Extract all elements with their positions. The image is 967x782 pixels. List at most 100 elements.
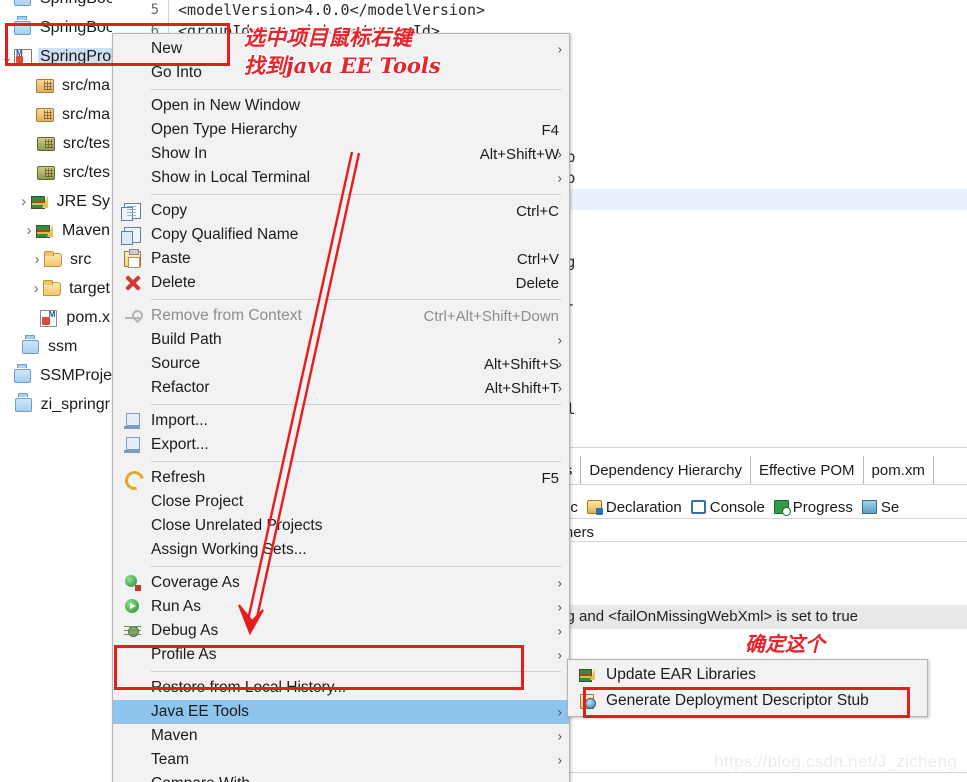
menu-item-export[interactable]: Export... [113, 433, 569, 457]
menu-item-refresh[interactable]: Refresh F5 [113, 466, 569, 490]
menu-item-import[interactable]: Import... [113, 409, 569, 433]
submenu-item-generate-deployment-descriptor-stub[interactable]: Generate Deployment Descriptor Stub [568, 688, 927, 714]
menu-item-maven[interactable]: Maven › [113, 724, 569, 748]
package-explorer[interactable]: SpringBootBase SpringBootProject ⌄ SpringPr… [0, 0, 112, 782]
problem-row[interactable]: missing and <failOnMissingWebXml> is set… [520, 605, 967, 629]
problems-list[interactable]: )missing and <failOnMissingWebXml> is se… [520, 545, 967, 653]
submenu-item-update-ear-libraries[interactable]: Update EAR Libraries [568, 662, 927, 688]
menu-item-show-in-local-terminal[interactable]: Show in Local Terminal › [113, 166, 569, 190]
menu-item-source[interactable]: Source Alt+Shift+S › [113, 352, 569, 376]
run-as-icon [124, 599, 141, 615]
tree-item-springproject[interactable]: ⌄ SpringProject [0, 42, 112, 71]
submenu-chevron-right-icon: › [557, 332, 562, 348]
menu-item-paste[interactable]: Paste Ctrl+V [113, 247, 569, 271]
project-context-menu[interactable]: New › Go Into Open in New Window Open Type H… [112, 33, 570, 782]
menu-item-label: Close Project [151, 493, 244, 510]
tree-item-src-tes[interactable]: src/tes [0, 158, 112, 187]
annotation-note-top-line2: 找到java EE Tools [244, 53, 441, 78]
view-tab-declaration[interactable]: Declaration [586, 499, 682, 516]
tree-item-src-ma[interactable]: src/ma [0, 71, 112, 100]
delete-icon [124, 275, 141, 291]
menu-item-label: Source [151, 355, 201, 372]
remove-from-context-icon [124, 308, 141, 324]
view-tab-label: Console [709, 498, 765, 516]
submenu-chevron-right-icon: › [558, 777, 562, 782]
menu-item-copy-qualified-name[interactable]: Copy Qualified Name [113, 223, 569, 247]
menu-item-shortcut: F4 [541, 121, 559, 139]
tree-item-jre-sy[interactable]: › JRE Sy [0, 187, 112, 216]
tree-item-label: zi_springr [40, 395, 110, 413]
menu-item-label: Refresh [151, 469, 206, 486]
pom-tab-effective-pom[interactable]: Effective POM [750, 456, 864, 484]
menu-item-java-ee-tools[interactable]: Java EE Tools › [113, 700, 569, 724]
menu-item-profile-as[interactable]: Profile As › [113, 643, 569, 667]
menu-item-restore-from-local-history[interactable]: Restore from Local History... [113, 676, 569, 700]
tree-item-src-ma[interactable]: src/ma [0, 100, 112, 129]
menu-item-coverage-as[interactable]: Coverage As › [113, 571, 569, 595]
pom-file-icon [40, 309, 60, 327]
chevron-right-icon[interactable]: › [30, 252, 44, 267]
menu-item-label: Maven [151, 727, 198, 744]
menu-separator [151, 671, 561, 672]
tree-item-pom-x[interactable]: pom.x [0, 303, 112, 332]
annotation-note-top-line1: 选中项目鼠标右键 [244, 25, 412, 50]
chevron-right-icon[interactable]: › [17, 194, 31, 209]
menu-separator [151, 404, 561, 405]
source-folder-dark-icon [36, 164, 57, 182]
chevron-right-icon[interactable]: › [22, 223, 36, 238]
project-tree[interactable]: SpringBootBase SpringBootProject ⌄ SpringPr… [0, 0, 112, 419]
menu-item-compare-with[interactable]: Compare With › [113, 772, 569, 782]
tree-item-springbootbase[interactable]: SpringBootBase [0, 0, 112, 13]
pom-tab-dependency-hierarchy[interactable]: Dependency Hierarchy [581, 456, 751, 484]
submenu-chevron-right-icon: › [557, 356, 562, 372]
menu-item-remove-from-context[interactable]: Remove from Context Ctrl+Alt+Shift+Down [113, 304, 569, 328]
menu-item-close-unrelated-projects[interactable]: Close Unrelated Projects [113, 514, 569, 538]
bottom-view-tabs[interactable]: JavadocDeclarationConsoleProgressSe [522, 494, 899, 520]
menu-item-close-project[interactable]: Close Project [113, 490, 569, 514]
submenu-item-label: Update EAR Libraries [606, 666, 756, 683]
tree-item-label: src/ma [62, 105, 110, 123]
menu-item-assign-working-sets[interactable]: Assign Working Sets... [113, 538, 569, 562]
eclipse-ide-window: SpringBootBase SpringBootProject ⌄ SpringPr… [0, 0, 967, 782]
tree-item-target[interactable]: › target [0, 274, 112, 303]
menu-item-debug-as[interactable]: Debug As › [113, 619, 569, 643]
view-tab-console[interactable]: Console [690, 498, 765, 516]
annotation-note-bottom: 确定这个 [745, 632, 825, 656]
tree-item-springbootproject[interactable]: SpringBootProject [0, 13, 112, 42]
tree-item-ssmproje[interactable]: SSMProje [0, 361, 112, 390]
chevron-down-icon[interactable]: ⌄ [0, 50, 14, 64]
menu-item-copy[interactable]: Copy Ctrl+C [113, 199, 569, 223]
view-tab-progress[interactable]: Progress [773, 499, 853, 516]
pom-editor-tabs[interactable]: enciesDependency HierarchyEffective POMp… [520, 456, 934, 484]
view-tab-se[interactable]: Se [861, 499, 899, 516]
tree-item-src[interactable]: › src [0, 245, 112, 274]
menu-item-show-in[interactable]: Show In Alt+Shift+W › [113, 142, 569, 166]
menu-item-team[interactable]: Team › [113, 748, 569, 772]
tree-item-zi-springr[interactable]: zi_springr [0, 390, 112, 419]
tree-item-label: SpringBootBase [38, 0, 112, 8]
menu-item-run-as[interactable]: Run As › [113, 595, 569, 619]
tree-item-src-tes[interactable]: src/tes [0, 129, 112, 158]
pom-tab-pom-xm[interactable]: pom.xm [863, 456, 934, 484]
chevron-right-icon[interactable]: › [29, 281, 43, 296]
menu-item-label: Show In [151, 145, 208, 162]
java-ee-tools-submenu[interactable]: Update EAR Libraries Generate Deployment … [567, 659, 928, 717]
menu-item-label: Copy Qualified Name [151, 226, 299, 243]
submenu-chevron-right-icon: › [557, 380, 562, 396]
menu-item-label: New [151, 40, 183, 57]
tree-item-label: JRE Sy [56, 192, 110, 210]
tree-item-ssm[interactable]: ssm [0, 332, 112, 361]
menu-separator [151, 194, 561, 195]
menu-item-open-type-hierarchy[interactable]: Open Type Hierarchy F4 [113, 118, 569, 142]
servers-icon [861, 500, 877, 514]
menu-item-open-in-new-window[interactable]: Open in New Window [113, 94, 569, 118]
problem-row[interactable]: items) [520, 629, 967, 653]
menu-item-delete[interactable]: Delete Delete [113, 271, 569, 295]
menu-item-refactor[interactable]: Refactor Alt+Shift+T › [113, 376, 569, 400]
code-line[interactable]: <modelVersion>4.0.0</modelVersion> [170, 0, 967, 21]
tree-item-maven[interactable]: › Maven [0, 216, 112, 245]
generate-deployment-descriptor-icon [579, 693, 596, 709]
problem-row[interactable]: ) [520, 581, 967, 605]
progress-icon [773, 500, 791, 516]
menu-item-build-path[interactable]: Build Path › [113, 328, 569, 352]
